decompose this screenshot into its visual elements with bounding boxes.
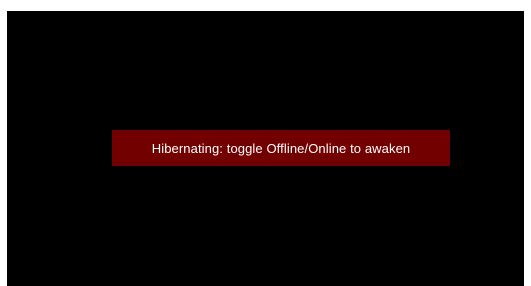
- hibernation-banner: Hibernating: toggle Offline/Online to aw…: [112, 130, 450, 166]
- hibernation-message: Hibernating: toggle Offline/Online to aw…: [151, 140, 411, 156]
- hibernation-screen: Hibernating: toggle Offline/Online to aw…: [7, 11, 524, 286]
